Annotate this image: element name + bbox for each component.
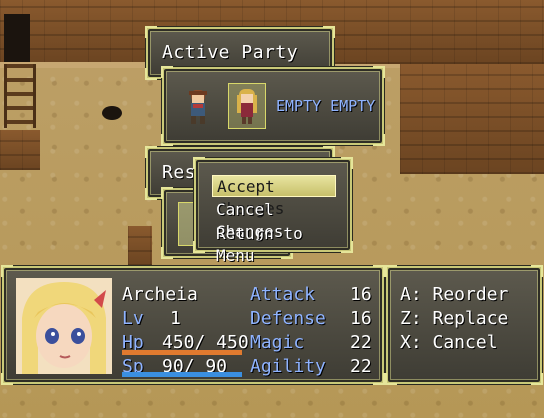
level-label: Lv [122, 308, 144, 329]
active-party-window: EMPTY EMPTY [161, 66, 385, 146]
cliff-block [128, 226, 152, 266]
sp-bar [122, 372, 242, 377]
stat-value-defense: 16 [350, 308, 372, 329]
stat-value-attack: 16 [350, 284, 372, 305]
help-replace: Z: Replace [400, 308, 509, 329]
party-member-sprite-2[interactable] [231, 87, 263, 127]
cancel-changes-option[interactable]: Cancel Changes [212, 199, 336, 241]
stat-label-defense: Defense [250, 308, 326, 329]
help-cancel: X: Cancel [400, 332, 498, 353]
status-window: Archeia Lv 1 Hp 450/ 450 Sp 90/ 90 Attac… [1, 265, 385, 385]
character-name: Archeia [122, 284, 198, 305]
cave-opening [4, 14, 30, 62]
help-reorder: A: Reorder [400, 284, 509, 305]
stat-label-attack: Attack [250, 284, 316, 305]
confirm-menu-window: Accept Changes Cancel Changes Return to … [193, 157, 353, 265]
active-party-title: Active Party [162, 42, 299, 63]
cliff-block-left [0, 130, 40, 170]
ladder [4, 64, 36, 128]
return-to-menu-option[interactable]: Return to Menu [212, 223, 336, 265]
stat-label-magic: Magic [250, 332, 305, 353]
cliff-wall-top-right [300, 0, 544, 64]
pit [102, 106, 122, 120]
help-window: A: Reorder Z: Replace X: Cancel [385, 265, 543, 385]
character-portrait [16, 278, 112, 374]
empty-slots-label[interactable]: EMPTY EMPTY [276, 97, 375, 115]
level-value: 1 [170, 308, 181, 329]
stat-value-magic: 22 [350, 332, 372, 353]
hp-bar [122, 350, 242, 355]
party-member-sprite-1[interactable] [182, 87, 214, 127]
accept-changes-option[interactable]: Accept Changes [212, 175, 336, 218]
stat-label-agility: Agility [250, 356, 326, 377]
cliff-wall-right [400, 64, 544, 174]
stat-value-agility: 22 [350, 356, 372, 377]
